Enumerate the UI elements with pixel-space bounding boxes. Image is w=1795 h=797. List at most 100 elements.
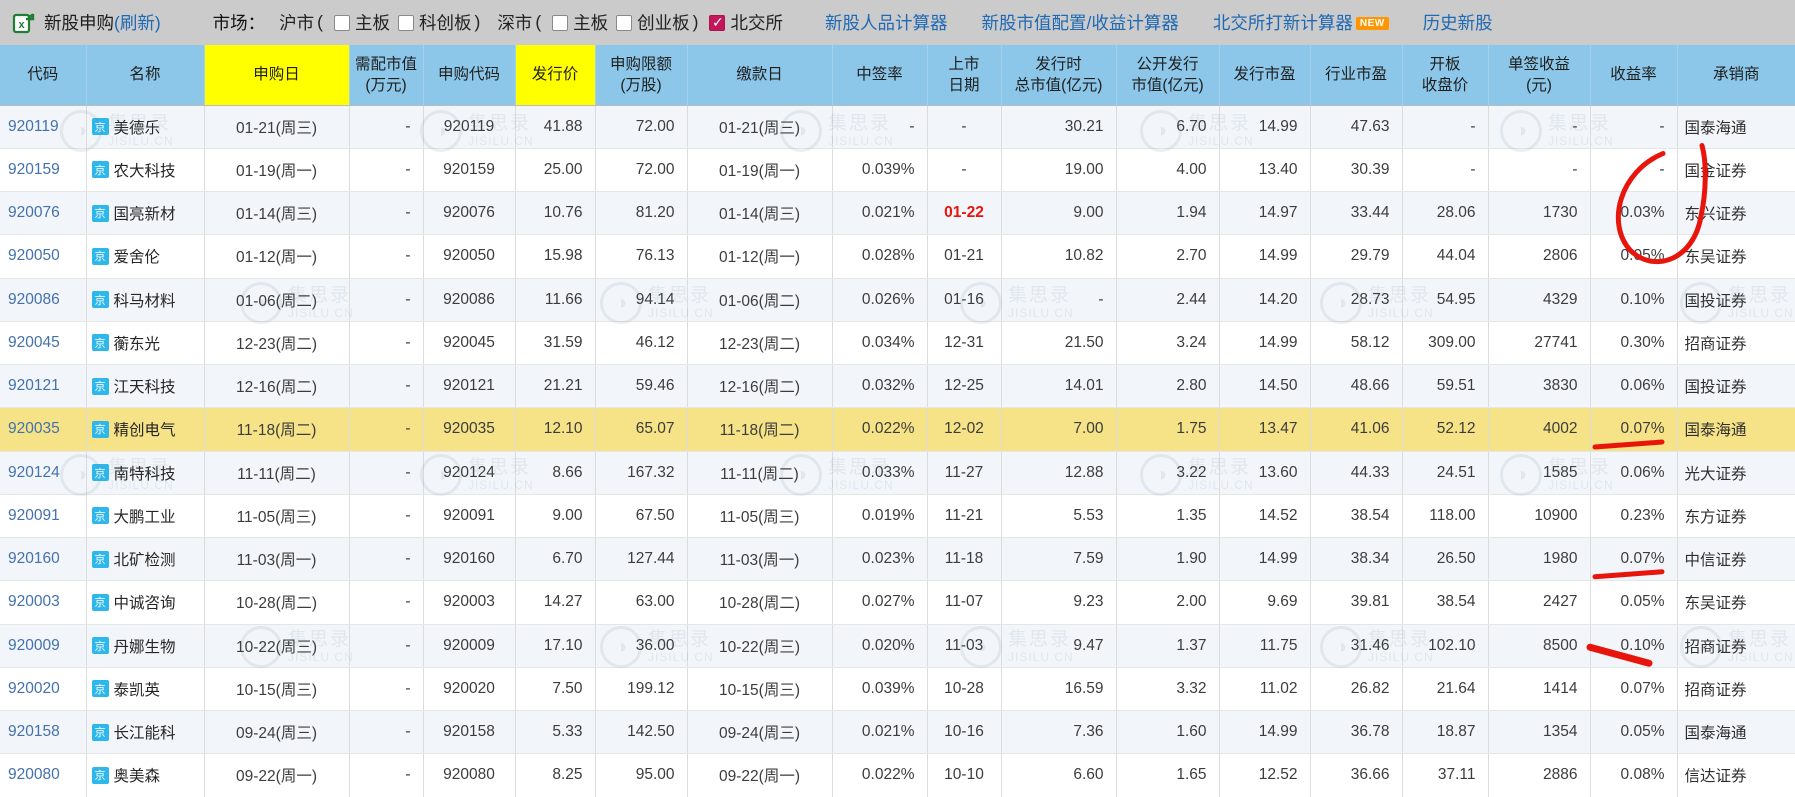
table-row: 920121京江天科技12-16(周二)-92012121.2159.4612-… xyxy=(0,365,1795,408)
cell-win_rate: 0.022% xyxy=(832,754,927,797)
cell-underwriter: 国泰海通 xyxy=(1677,711,1795,754)
stock-code-link[interactable]: 920121 xyxy=(8,377,60,394)
cell-public_mv: 2.80 xyxy=(1116,365,1219,408)
stock-code-link[interactable]: 920086 xyxy=(8,291,60,308)
link-history-ipo[interactable]: 历史新股 xyxy=(1423,10,1493,35)
checkbox-bse-label: 北交所 xyxy=(730,10,783,35)
refresh-link[interactable]: (刷新) xyxy=(114,10,161,35)
cell-sign_income: 4329 xyxy=(1488,278,1590,321)
cell-apply_date: 01-14(周三) xyxy=(204,192,349,235)
cell-industry_pe: 28.73 xyxy=(1310,278,1402,321)
cell-apply_date: 01-21(周三) xyxy=(204,105,349,148)
table-row: 920160京北矿检测11-03(周一)-9201606.70127.4411-… xyxy=(0,538,1795,581)
stock-code-link[interactable]: 920076 xyxy=(8,204,60,221)
stock-code-link[interactable]: 920159 xyxy=(8,161,60,178)
cell-win_rate: 0.032% xyxy=(832,365,927,408)
cell-win_rate: 0.021% xyxy=(832,711,927,754)
cell-apply_code: 920160 xyxy=(423,538,515,581)
stock-code-link[interactable]: 920158 xyxy=(8,723,60,740)
cell-apply_code: 920020 xyxy=(423,667,515,710)
stock-code-link[interactable]: 920003 xyxy=(8,593,60,610)
stock-code-link[interactable]: 920119 xyxy=(8,118,59,135)
stock-code-link[interactable]: 920091 xyxy=(8,507,60,524)
stock-code-link[interactable]: 920160 xyxy=(8,550,60,567)
cell-list_date: 01-16 xyxy=(927,278,1001,321)
svg-text:x: x xyxy=(18,19,25,31)
cell-underwriter: 中信证券 xyxy=(1677,538,1795,581)
cell-yield: - xyxy=(1590,148,1677,191)
cell-apply_date: 11-03(周一) xyxy=(204,538,349,581)
cell-total_mv: 5.53 xyxy=(1001,494,1116,537)
cell-yield: 0.05% xyxy=(1590,235,1677,278)
cell-apply_date: 10-15(周三) xyxy=(204,667,349,710)
page-title: 新股申购 xyxy=(44,10,114,35)
cell-apply_code: 920121 xyxy=(423,365,515,408)
cell-total_mv: - xyxy=(1001,278,1116,321)
checkbox-shanghai-star[interactable] xyxy=(398,15,414,31)
cell-list_date: 11-03 xyxy=(927,624,1001,667)
cell-total_mv: 21.50 xyxy=(1001,321,1116,364)
cell-issue_pe: 14.99 xyxy=(1219,321,1310,364)
cell-apply_limit: 65.07 xyxy=(595,408,687,451)
cell-pay_date: 01-12(周一) xyxy=(687,235,832,278)
stock-name: 江天科技 xyxy=(114,375,176,397)
cell-issue_pe: 13.40 xyxy=(1219,148,1310,191)
cell-yield: 0.30% xyxy=(1590,321,1677,364)
stock-code-link[interactable]: 920124 xyxy=(8,464,60,481)
cell-issue_pe: 14.20 xyxy=(1219,278,1310,321)
cell-apply_limit: 199.12 xyxy=(595,667,687,710)
cell-name: 京江天科技 xyxy=(86,365,204,408)
table-row: 920119京美德乐01-21(周三)-92011941.8872.0001-2… xyxy=(0,105,1795,148)
cell-total_mv: 6.60 xyxy=(1001,754,1116,797)
cell-issue_price: 25.00 xyxy=(515,148,595,191)
cell-apply_limit: 46.12 xyxy=(595,321,687,364)
cell-issue_pe: 14.99 xyxy=(1219,711,1310,754)
cell-open_close: 102.10 xyxy=(1402,624,1488,667)
stock-code-link[interactable]: 920009 xyxy=(8,637,60,654)
table-row: 920124京南特科技11-11(周二)-9201248.66167.3211-… xyxy=(0,451,1795,494)
cell-list_date: - xyxy=(927,105,1001,148)
stock-name: 南特科技 xyxy=(114,462,176,484)
cell-apply_limit: 95.00 xyxy=(595,754,687,797)
cell-pay_date: 11-11(周二) xyxy=(687,451,832,494)
cell-list_date: 11-21 xyxy=(927,494,1001,537)
link-luck-calculator[interactable]: 新股人品计算器 xyxy=(825,10,948,35)
cell-list_date: 11-07 xyxy=(927,581,1001,624)
bse-jing-badge: 京 xyxy=(92,161,109,178)
cell-apply_limit: 72.00 xyxy=(595,105,687,148)
cell-win_rate: 0.039% xyxy=(832,667,927,710)
cell-total_mv: 9.47 xyxy=(1001,624,1116,667)
cell-code: 920050 xyxy=(0,235,86,278)
cell-code: 920158 xyxy=(0,711,86,754)
checkbox-shanghai-main[interactable] xyxy=(334,15,350,31)
cell-list_date: 11-27 xyxy=(927,451,1001,494)
excel-export-icon[interactable]: x xyxy=(12,11,36,35)
cell-pay_date: 12-23(周二) xyxy=(687,321,832,364)
stock-code-link[interactable]: 920080 xyxy=(8,766,60,783)
cell-apply_date: 11-18(周二) xyxy=(204,408,349,451)
stock-code-link[interactable]: 920035 xyxy=(8,420,60,437)
checkbox-shenzhen-chinext[interactable] xyxy=(616,15,632,31)
checkbox-bse[interactable] xyxy=(709,15,725,31)
cell-issue_pe: 12.52 xyxy=(1219,754,1310,797)
cell-code: 920076 xyxy=(0,192,86,235)
stock-code-link[interactable]: 920045 xyxy=(8,334,60,351)
checkbox-shenzhen-main[interactable] xyxy=(552,15,568,31)
cell-open_close: 24.51 xyxy=(1402,451,1488,494)
cell-underwriter: 东吴证券 xyxy=(1677,581,1795,624)
cell-issue_price: 41.88 xyxy=(515,105,595,148)
cell-pay_date: 10-28(周二) xyxy=(687,581,832,624)
link-bse-ipo-calculator[interactable]: 北交所打新计算器NEW xyxy=(1213,10,1389,35)
cell-sign_income: 3830 xyxy=(1488,365,1590,408)
link-mv-config-calculator[interactable]: 新股市值配置/收益计算器 xyxy=(981,10,1178,35)
cell-apply_code: 920080 xyxy=(423,754,515,797)
cell-total_mv: 10.82 xyxy=(1001,235,1116,278)
stock-code-link[interactable]: 920050 xyxy=(8,247,60,264)
table-row: 920158京长江能科09-24(周三)-9201585.33142.5009-… xyxy=(0,711,1795,754)
cell-underwriter: 光大证券 xyxy=(1677,451,1795,494)
cell-win_rate: 0.020% xyxy=(832,624,927,667)
stock-code-link[interactable]: 920020 xyxy=(8,680,60,697)
cell-win_rate: - xyxy=(832,105,927,148)
cell-required_mv: - xyxy=(349,451,423,494)
stock-name: 丹娜生物 xyxy=(114,635,176,657)
